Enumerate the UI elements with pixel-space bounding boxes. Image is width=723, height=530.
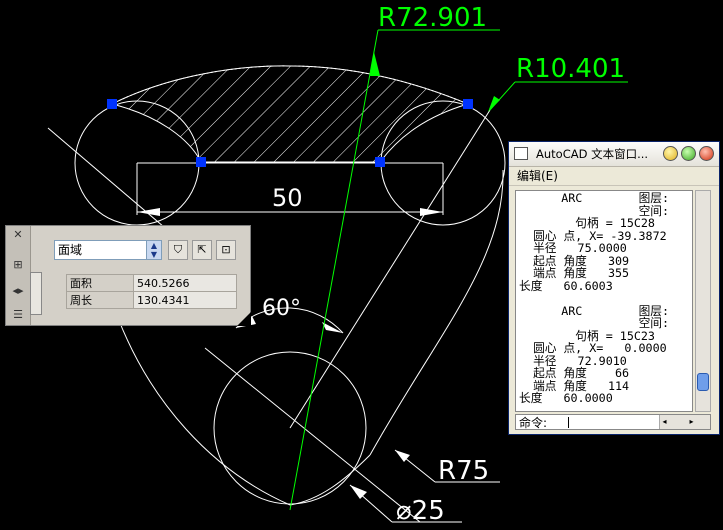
dim-50-arrow-left [137,208,160,216]
output-text: ARC 图层: 空间: 句柄 = 15C28 圆心 点, X= -39.3872… [516,191,692,405]
property-value-perimeter[interactable]: 130.4341 [133,291,237,309]
dim-50-arrow-right [420,208,443,216]
dia25-arrow [350,485,367,499]
horizontal-scrollbar[interactable]: ◂ ▸ [659,415,710,429]
grip-right-top[interactable] [463,99,473,109]
toggle-pickadd-button[interactable]: ⛉ [168,240,188,260]
output-line: 空间: [519,316,670,330]
select-objects-button[interactable]: ⇱ [192,240,212,260]
autohide-icon[interactable]: ◂▸ [11,284,25,298]
scroll-thumb[interactable] [697,373,709,391]
command-line[interactable]: 命令: ◂ ▸ [515,414,711,430]
r75-text: R75 [438,456,489,486]
maximize-button[interactable] [681,146,696,161]
command-prompt: 命令: [519,416,548,430]
dropdown-arrow-icon: ▲ ▼ [146,241,161,259]
app-icon [514,147,528,160]
text-caret [568,417,569,428]
vertical-scrollbar[interactable] [695,190,711,412]
output-line: ARC 图层: [519,191,670,205]
grip-left-top[interactable] [107,99,117,109]
property-label-perimeter: 周长 [66,291,134,309]
dia25-text: ⌀25 [396,496,445,526]
palette-scrollbar[interactable] [30,272,42,315]
angle-60-text: 60° [262,296,301,321]
outer-left-arc [117,317,291,506]
output-line: 端点 角度 355 [519,266,630,280]
close-icon[interactable]: ✕ [11,228,25,242]
quick-select-button[interactable]: ⊡ [216,240,236,260]
r72-text: R72.901 [378,3,487,33]
output-line: 圆心 点, X= 0.0000 [519,341,667,355]
property-value-area[interactable]: 540.5266 [133,274,237,292]
object-type-dropdown[interactable]: 面域 ▲ ▼ [54,240,162,260]
close-button[interactable] [699,146,714,161]
text-window-title: AutoCAD 文本窗口... [536,147,649,161]
diag-line-lower [204,347,421,523]
object-type-value: 面域 [58,243,83,257]
output-line: 长度 60.6003 [519,278,613,293]
r10-text: R10.401 [516,54,625,84]
output-line: 起点 角度 66 [519,366,630,380]
text-window-titlebar[interactable]: AutoCAD 文本窗口... [509,142,719,167]
pin-icon[interactable]: ⊞ [11,258,25,272]
palette-corner [237,312,251,326]
menu-edit[interactable]: 编辑(E) [517,169,558,183]
properties-menu-icon[interactable]: ☰ [11,308,25,322]
grip-right-mid[interactable] [375,157,385,167]
table-row: 周长 130.4341 [66,291,237,309]
text-window-menubar: 编辑(E) [509,167,719,186]
autocad-text-window: AutoCAD 文本窗口... 编辑(E) ARC 图层: 空间: 句柄 = 1… [508,141,720,435]
output-line: 半径 75.0000 [519,241,627,255]
r10-arrow [488,96,500,112]
properties-table: 面积 540.5266 周长 130.4341 [66,274,237,309]
hatch-region [110,65,470,163]
grip-left-mid[interactable] [196,157,206,167]
text-output-area[interactable]: ARC 图层: 空间: 句柄 = 15C28 圆心 点, X= -39.3872… [515,190,693,412]
properties-palette: ✕ ⊞ ◂▸ ☰ 面域 ▲ ▼ ⛉ ⇱ ⊡ 面积 540.5266 周长 130.… [5,225,251,326]
minimize-button[interactable] [663,146,678,161]
property-label-area: 面积 [66,274,134,292]
output-line: 长度 60.0000 [519,391,613,405]
table-row: 面积 540.5266 [66,274,237,292]
dim-50-text: 50 [272,184,303,212]
palette-side-strip: ✕ ⊞ ◂▸ ☰ [6,226,31,325]
output-line: 句柄 = 15C28 [519,216,655,230]
